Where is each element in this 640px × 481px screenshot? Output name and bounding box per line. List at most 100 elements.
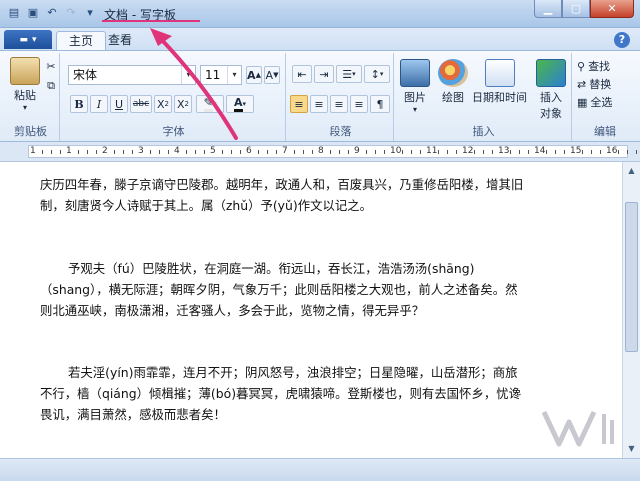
ruler-tick (510, 150, 511, 154)
cut-icon[interactable]: ✂ (44, 57, 58, 75)
highlighter-icon: ✎ (203, 96, 213, 112)
ruler-number: 10 (390, 146, 402, 156)
ruler-track: 1 1 2 3 4 5 6 7 8 9 10 11 12 13 14 15 16 (28, 145, 637, 158)
text-line: 庆历四年春，滕子京谪守巴陵郡。越明年，政通人和，百废具兴，乃重修岳阳楼，增其旧 (40, 177, 524, 192)
paragraph-settings-icon[interactable]: ¶ (370, 95, 390, 113)
redo-icon[interactable]: ↷ (63, 4, 79, 20)
ruler-number: 5 (210, 146, 216, 156)
edit-group: ⚲ 查找 ⇄ 替换 ▦ 全选 编辑 (574, 53, 636, 141)
align-right-icon[interactable]: ≡ (330, 95, 348, 113)
chevron-down-icon: ▾ (181, 66, 195, 84)
ruler-number: 8 (318, 146, 324, 156)
replace-button[interactable]: ⇄ 替换 (576, 75, 634, 93)
ruler-tick (456, 150, 457, 154)
quick-access-toolbar: ▤ ▣ ↶ ↷ ▾ (6, 4, 98, 20)
ruler-number: 16 (606, 146, 618, 156)
text-color-button[interactable]: A ▾ (226, 95, 254, 113)
font-size-select[interactable]: 11 ▾ (200, 65, 242, 85)
vertical-scrollbar[interactable]: ▲ ▼ (622, 162, 640, 458)
help-icon[interactable]: ? (614, 32, 630, 48)
ruler-tick (375, 150, 376, 154)
superscript-icon[interactable]: X2 (174, 95, 192, 113)
ruler-tick (492, 150, 493, 154)
ruler-tick (195, 150, 196, 154)
ruler-number: 7 (282, 146, 288, 156)
chevron-down-icon: ▾ (227, 66, 241, 84)
font-family-select[interactable]: 宋体 ▾ (68, 65, 196, 85)
highlight-color-button[interactable]: ✎ ▾ (196, 95, 224, 113)
insert-object-button[interactable]: 插入 对象 (536, 59, 566, 121)
strikethrough-button[interactable]: abc (130, 95, 152, 113)
text-line: 予观夫（fú）巴陵胜状，在洞庭一湖。衔远山，吞长江，浩浩汤汤(shāng) (68, 261, 475, 276)
ruler-tick (330, 150, 331, 154)
ruler-tick (303, 150, 304, 154)
window-controls: ▁ ▢ ✕ (534, 0, 634, 18)
font-group: 宋体 ▾ 11 ▾ A ▲ A ▼ B I U abc X2 X2 ✎ ▾ A ▾ 字体 (62, 53, 286, 141)
ruler-tick (78, 150, 79, 154)
minimize-button[interactable]: ▁ (534, 0, 562, 18)
date-time-button[interactable]: 日期和时间 (472, 59, 527, 105)
application-menu-button[interactable]: ▬ ▾ (4, 30, 52, 49)
find-button[interactable]: ⚲ 查找 (576, 57, 634, 75)
italic-button[interactable]: I (90, 95, 108, 113)
ruler-tick (618, 150, 619, 154)
bold-button[interactable]: B (70, 95, 88, 113)
justify-icon[interactable]: ≡ (350, 95, 368, 113)
ruler-tick (60, 150, 61, 154)
qat-dropdown-icon[interactable]: ▾ (82, 4, 98, 20)
align-left-icon[interactable]: ≡ (290, 95, 308, 113)
document-area[interactable]: 庆历四年春，滕子京谪守巴陵郡。越明年，政通人和，百废具兴，乃重修岳阳楼，增其旧 … (0, 162, 622, 458)
ruler-tick (519, 150, 520, 154)
ruler-tick (627, 150, 628, 154)
scroll-thumb[interactable] (625, 202, 638, 352)
object-icon (536, 59, 566, 87)
paste-button[interactable]: 粘贴 ▾ (10, 57, 40, 112)
ruler-tick (636, 150, 637, 154)
app-icon[interactable]: ▤ (6, 4, 22, 20)
bullet-list-icon[interactable]: ☰ ▾ (336, 65, 362, 83)
ruler-tick (42, 150, 43, 154)
ruler-tick (600, 150, 601, 154)
ruler-tick (51, 150, 52, 154)
ruler-tick (438, 150, 439, 154)
select-all-button[interactable]: ▦ 全选 (576, 93, 634, 111)
copy-icon[interactable]: ⧉ (44, 77, 58, 95)
binoculars-icon: ⚲ (577, 59, 586, 73)
ruler-tick (96, 150, 97, 154)
close-button[interactable]: ✕ (590, 0, 634, 18)
underline-button[interactable]: U (110, 95, 128, 113)
ruler-tick (420, 150, 421, 154)
align-center-icon[interactable]: ≡ (310, 95, 328, 113)
ruler-number: 2 (102, 146, 108, 156)
ruler-tick (186, 150, 187, 154)
ruler[interactable]: 1 1 2 3 4 5 6 7 8 9 10 11 12 13 14 15 16 (0, 142, 640, 162)
text-line: 若夫淫(yín)雨霏霏，连月不开；阴风怒号，浊浪排空；日星隐曜，山岳潜形；商旅 (68, 365, 518, 380)
chevron-down-icon: ▾ (31, 34, 37, 45)
grow-font-icon[interactable]: A ▲ (246, 66, 262, 84)
ruler-number: 11 (426, 146, 438, 156)
ruler-tick (267, 150, 268, 154)
ruler-number: 3 (138, 146, 144, 156)
insert-group: 图片 ▾ 绘图 日期和时间 插入 对象 插入 (396, 53, 572, 141)
ruler-number: 14 (534, 146, 546, 156)
paint-palette-icon (438, 59, 468, 87)
clipboard-group: 粘贴 ▾ ✂ ⧉ 剪贴板 (2, 53, 60, 141)
paragraph-3: 若夫淫(yín)雨霏霏，连月不开；阴风怒号，浊浪排空；日星隐曜，山岳潜形；商旅 … (40, 362, 600, 425)
line-spacing-icon[interactable]: ↕ ▾ (364, 65, 390, 83)
scroll-down-icon[interactable]: ▼ (625, 442, 638, 456)
ruler-tick (123, 150, 124, 154)
maximize-button[interactable]: ▢ (562, 0, 590, 18)
undo-icon[interactable]: ↶ (44, 4, 60, 20)
scroll-up-icon[interactable]: ▲ (625, 164, 638, 178)
ribbon: 粘贴 ▾ ✂ ⧉ 剪贴板 宋体 ▾ 11 ▾ A ▲ A ▼ B I U abc X… (0, 50, 640, 142)
ruler-tick (411, 150, 412, 154)
insert-picture-button[interactable]: 图片 ▾ (400, 59, 430, 114)
decrease-indent-icon[interactable]: ⇤ (292, 65, 312, 83)
shrink-font-icon[interactable]: A ▼ (264, 66, 280, 84)
tab-view[interactable]: 查看 (96, 31, 144, 50)
ruler-tick (168, 150, 169, 154)
increase-indent-icon[interactable]: ⇥ (314, 65, 334, 83)
save-icon[interactable]: ▣ (25, 4, 41, 20)
paint-drawing-button[interactable]: 绘图 (438, 59, 468, 105)
subscript-icon[interactable]: X2 (154, 95, 172, 113)
